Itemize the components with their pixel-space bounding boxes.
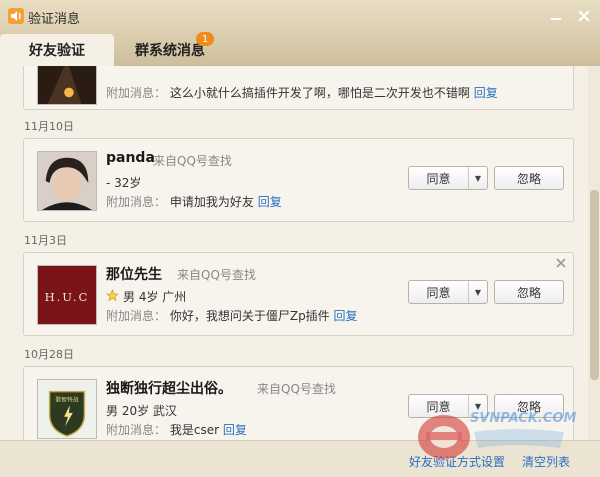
agree-dropdown[interactable]: 同意 ▼ [408,394,488,418]
requester-info: - 32岁 [106,176,142,190]
reply-link[interactable]: 回复 [334,309,358,323]
requester-info: 男 20岁 武汉 [106,404,177,418]
star-icon [106,289,119,302]
date-label: 11月3日 [24,234,67,247]
date-label: 11月10日 [24,120,74,133]
request-card: H.U.C 那位先生 来自QQ号查找 男 4岁 广州 同意 ▼ 忽略 附加消息：… [23,252,574,336]
extra-message: 附加消息： 这么小就什么搞插件开发了啊，哪怕是二次开发也不错啊 回复 [106,84,498,101]
date-label: 10月28日 [24,348,74,361]
avatar [37,151,97,211]
title-bar: 验证消息 [0,0,600,32]
delete-button[interactable] [554,256,568,270]
agree-label: 同意 [409,395,469,417]
reply-link[interactable]: 回复 [474,86,498,100]
extra-message-text: 这么小就什么搞插件开发了啊，哪怕是二次开发也不错啊 [169,86,470,100]
extra-message: 附加消息： 你好，我想问关于僵尸Zp插件 回复 [106,307,358,324]
chevron-down-icon[interactable]: ▼ [469,395,487,417]
request-list: 同意 ▼ 忽略 附加消息： 这么小就什么搞插件开发了啊，哪怕是二次开发也不错啊 … [0,66,588,440]
minimize-icon [551,18,561,20]
extra-message-text: 你好，我想问关于僵尸Zp插件 [169,309,330,323]
extra-message-text: 我是cser [169,423,220,437]
close-icon [578,10,590,22]
agree-label: 同意 [409,281,469,303]
minimize-button[interactable] [546,6,566,26]
reply-link[interactable]: 回复 [258,195,282,209]
extra-message: 附加消息： 我是cser 回复 [106,421,247,438]
avatar-logo-text: H.U.C [45,290,90,304]
request-card: panda 来自QQ号查找 - 32岁 同意 ▼ 忽略 附加消息： 申请加我为好… [23,138,574,222]
avatar: H.U.C [37,265,97,325]
window-title: 验证消息 [28,12,81,27]
tab-friend-verification[interactable]: 好友验证 [0,34,114,66]
reply-link[interactable]: 回复 [223,423,247,437]
chevron-down-icon[interactable]: ▼ [469,167,487,189]
requester-name[interactable]: panda [106,150,155,166]
extra-message-label: 附加消息： [106,195,167,209]
request-source: 来自QQ号查找 [153,154,232,168]
extra-message-label: 附加消息： [106,86,167,100]
clear-list-link[interactable]: 清空列表 [522,453,570,470]
footer-bar: 好友验证方式设置 清空列表 [0,440,600,477]
agree-dropdown[interactable]: 同意 ▼ [408,280,488,304]
tab-label: 好友验证 [29,43,85,59]
extra-message-label: 附加消息： [106,423,167,437]
avatar: 歌智特战 [37,379,97,439]
avatar-logo-text: 歌智特战 [55,395,78,403]
requester-name[interactable]: 独断独行超尘出俗。 [106,378,232,398]
ignore-button[interactable]: 忽略 [494,280,564,304]
tab-label: 群系统消息 [135,43,205,59]
agree-dropdown[interactable]: 同意 ▼ [408,166,488,190]
request-card: 同意 ▼ 忽略 附加消息： 这么小就什么搞插件开发了啊，哪怕是二次开发也不错啊 … [23,66,574,110]
close-icon [556,258,566,268]
verification-settings-link[interactable]: 好友验证方式设置 [409,453,505,470]
unread-badge: 1 [196,32,214,46]
request-card: 歌智特战 独断独行超尘出俗。 来自QQ号查找 男 20岁 武汉 同意 ▼ 忽略 … [23,366,574,440]
scrollbar-thumb[interactable] [590,190,599,380]
requester-info: 男 4岁 广州 [123,290,187,304]
requester-name[interactable]: 那位先生 [106,264,162,284]
request-source: 来自QQ号查找 [177,268,256,282]
request-source: 来自QQ号查找 [257,382,336,396]
extra-message-label: 附加消息： [106,309,167,323]
chevron-down-icon[interactable]: ▼ [469,281,487,303]
speaker-icon [8,8,24,24]
ignore-button[interactable]: 忽略 [494,394,564,418]
close-button[interactable] [574,6,594,26]
extra-message-text: 申请加我为好友 [169,195,254,209]
ignore-button[interactable]: 忽略 [494,166,564,190]
agree-label: 同意 [409,167,469,189]
extra-message: 附加消息： 申请加我为好友 回复 [106,193,282,210]
avatar [37,66,97,105]
